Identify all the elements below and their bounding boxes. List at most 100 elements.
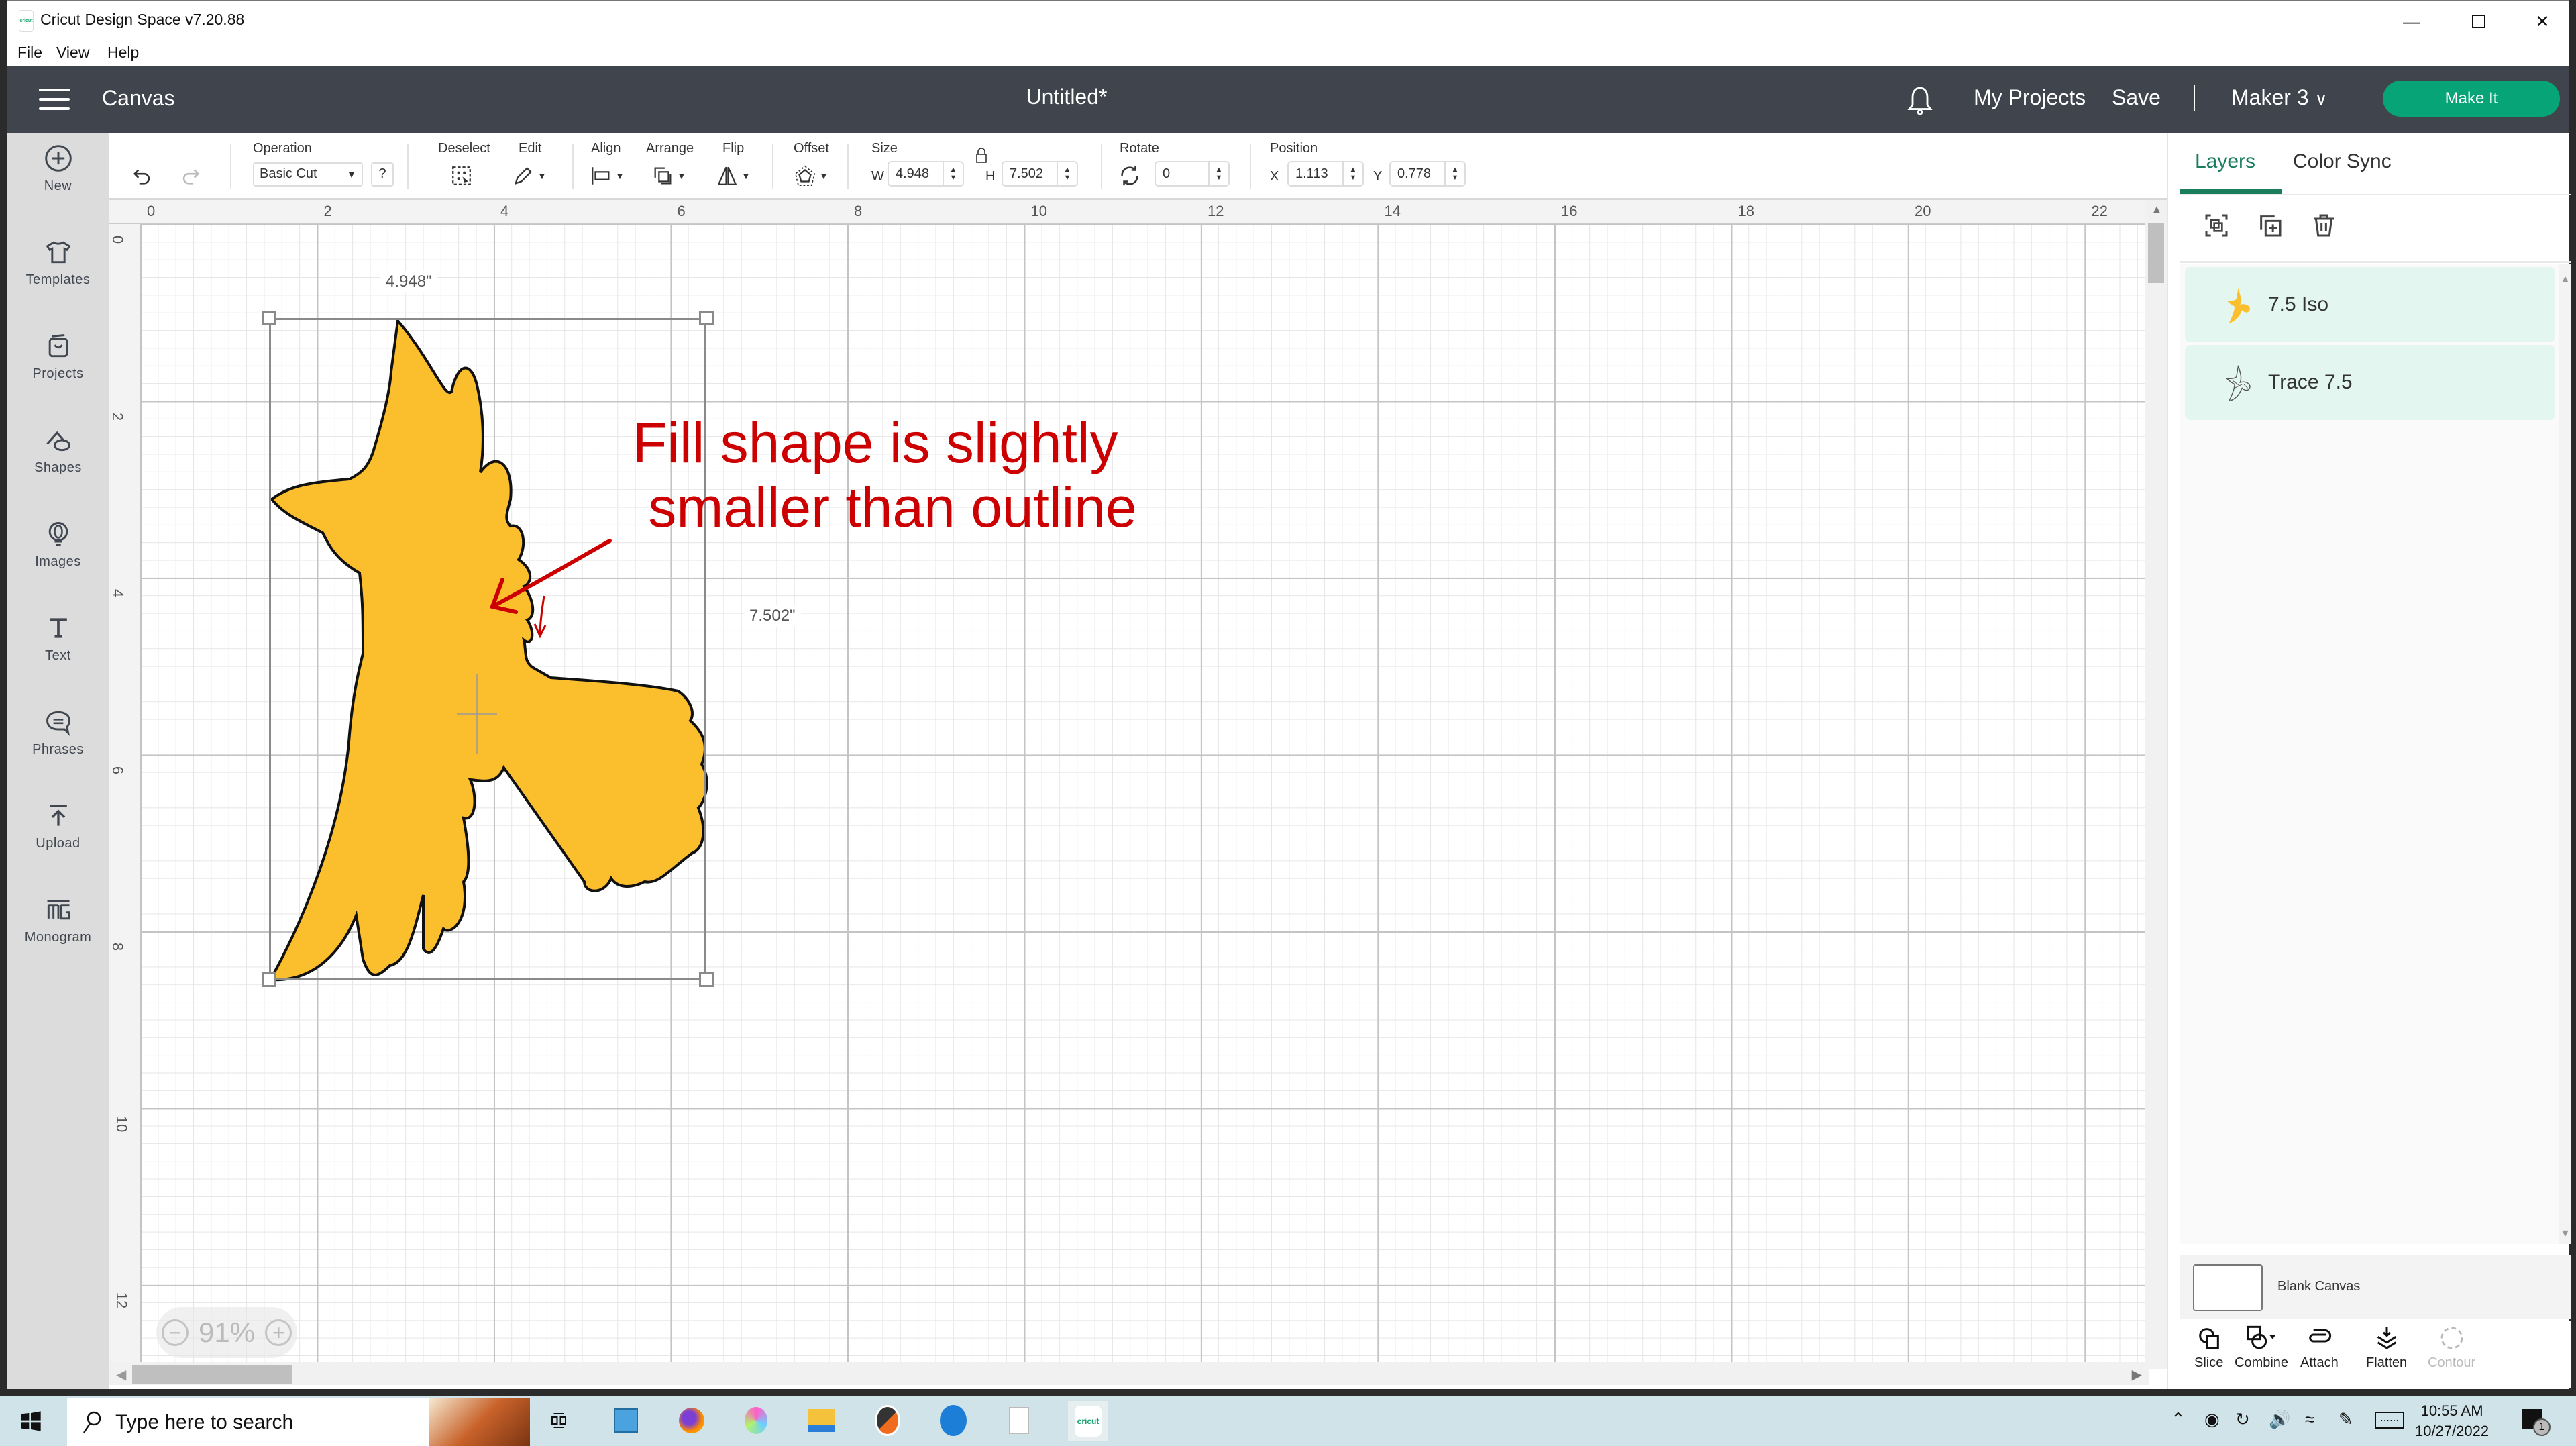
lock-icon[interactable] <box>975 148 988 164</box>
contour-button[interactable]: Contour <box>2428 1325 2475 1371</box>
sidebar-label: Images <box>35 554 81 569</box>
maximize-button[interactable] <box>2449 7 2509 36</box>
rotate-input[interactable]: 0 ▲ ▼ <box>1155 161 1230 187</box>
operation-help-button[interactable]: ? <box>371 162 394 187</box>
volume-icon[interactable]: 🔊 <box>2269 1409 2290 1430</box>
machine-selector[interactable]: Maker 3 ∨ <box>2231 85 2328 110</box>
file-explorer-icon[interactable] <box>805 1404 839 1437</box>
position-x-input[interactable]: 1.113 ▲ ▼ <box>1287 161 1364 187</box>
resize-handle-bottom-right[interactable] <box>699 972 714 987</box>
undo-button[interactable] <box>131 164 154 188</box>
sidebar-item-projects[interactable]: Projects <box>7 321 109 408</box>
camera-icon[interactable]: ◉ <box>2204 1409 2220 1430</box>
zoom-out-button[interactable]: − <box>161 1319 189 1346</box>
design-canvas[interactable]: 0 2 4 6 8 10 12 14 16 18 20 22 0 2 4 6 8 10 12 4.948" 7.5… <box>109 200 2149 1369</box>
ruler-tick-label: 2 <box>109 412 127 421</box>
paint-app-icon[interactable] <box>739 1404 773 1437</box>
height-input[interactable]: 7.502 ▲ ▼ <box>1002 161 1078 187</box>
canvas-vertical-scrollbar[interactable]: ▲ <box>2145 200 2167 1369</box>
width-input[interactable]: 4.948 ▲ ▼ <box>888 161 964 187</box>
sidebar-item-templates[interactable]: Templates <box>7 227 109 314</box>
layer-item[interactable]: Trace 7.5 <box>2185 345 2555 420</box>
x-stepper[interactable]: ▲ ▼ <box>1342 162 1362 185</box>
layers-scrollbar[interactable]: ▲ ▼ <box>2559 264 2571 1244</box>
close-button[interactable]: ✕ <box>2512 7 2573 36</box>
edit-button[interactable]: ▼ <box>512 164 547 188</box>
bird-app-icon[interactable] <box>936 1404 970 1437</box>
save-button[interactable]: Save <box>2112 85 2161 110</box>
scroll-right-icon[interactable]: ▶ <box>2132 1366 2142 1383</box>
minimize-button[interactable]: — <box>2381 7 2442 36</box>
width-stepper[interactable]: ▲ ▼ <box>943 162 963 185</box>
scroll-left-icon[interactable]: ◀ <box>116 1366 126 1383</box>
attach-button[interactable]: Attach <box>2300 1325 2339 1371</box>
blank-canvas-row[interactable]: Blank Canvas <box>2180 1255 2571 1319</box>
make-it-button[interactable]: Make It <box>2383 81 2560 117</box>
sidebar-item-text[interactable]: Text <box>7 603 109 690</box>
resize-handle-bottom-left[interactable] <box>262 972 276 987</box>
layer-item[interactable]: 7.5 Iso <box>2185 267 2555 342</box>
arrange-button[interactable]: ▼ <box>651 164 686 188</box>
bell-icon[interactable] <box>1907 86 1933 115</box>
height-stepper[interactable]: ▲ ▼ <box>1057 162 1077 185</box>
cricut-logo-icon: cricut <box>19 10 34 32</box>
operation-select[interactable]: Basic Cut ▼ <box>253 162 363 187</box>
vertical-scroll-thumb[interactable] <box>2148 223 2164 283</box>
cricut-taskbar-icon[interactable]: cricut <box>1068 1401 1108 1441</box>
resize-handle-top-left[interactable] <box>262 311 276 325</box>
sidebar-item-monogram[interactable]: Monogram <box>7 884 109 972</box>
system-clock[interactable]: 10:55 AM 10/27/2022 <box>2415 1401 2489 1441</box>
windows-start-icon[interactable] <box>20 1410 42 1432</box>
dropdown-caret-icon: ▼ <box>347 169 356 180</box>
scroll-down-icon[interactable]: ▼ <box>2560 1228 2571 1240</box>
flip-button[interactable]: ▼ <box>716 164 751 188</box>
notification-icon[interactable]: 1 <box>2522 1409 2551 1436</box>
menu-view[interactable]: View <box>56 44 89 62</box>
scroll-up-icon[interactable]: ▲ <box>2560 274 2571 286</box>
keyboard-icon[interactable]: ⋯⋯ <box>2375 1412 2404 1429</box>
redo-icon <box>182 169 200 185</box>
document-icon[interactable] <box>1002 1404 1036 1437</box>
deselect-button[interactable] <box>450 164 473 188</box>
group-icon[interactable] <box>2203 212 2230 239</box>
sidebar-item-new[interactable]: New <box>7 133 109 220</box>
redo-button[interactable] <box>179 164 202 188</box>
resize-handle-top-right[interactable] <box>699 311 714 325</box>
sidebar-item-phrases[interactable]: Phrases <box>7 696 109 784</box>
flatten-button[interactable]: Flatten <box>2366 1325 2407 1371</box>
rotate-stepper[interactable]: ▲ ▼ <box>1208 162 1228 185</box>
app-icon[interactable] <box>871 1404 904 1437</box>
horizontal-scroll-thumb[interactable] <box>132 1365 292 1384</box>
pen-icon[interactable]: ✎ <box>2339 1409 2353 1430</box>
wifi-icon[interactable]: ≈ <box>2305 1409 2314 1430</box>
align-button[interactable]: ▼ <box>590 164 625 188</box>
sidebar-item-upload[interactable]: Upload <box>7 790 109 878</box>
canvas-horizontal-scrollbar[interactable]: ◀ ▶ <box>109 1362 2149 1385</box>
position-y-input[interactable]: 0.778 ▲ ▼ <box>1389 161 1466 187</box>
taskbar-search[interactable]: Type here to search <box>67 1398 530 1446</box>
edit-toolbar: Operation Basic Cut ▼ ? Deselect Edit ▼ A… <box>109 133 2167 200</box>
sync-icon[interactable]: ↻ <box>2235 1409 2250 1430</box>
show-hidden-icons[interactable]: ⌃ <box>2171 1409 2186 1430</box>
control-panel-icon[interactable] <box>609 1404 643 1437</box>
y-stepper[interactable]: ▲ ▼ <box>1444 162 1464 185</box>
height-dimension-label: 7.502" <box>744 605 801 627</box>
tab-color-sync[interactable]: Color Sync <box>2293 150 2392 173</box>
offset-button[interactable]: ▼ <box>794 164 828 188</box>
pencil-icon <box>514 167 532 185</box>
combine-button[interactable]: Combine <box>2235 1325 2288 1371</box>
my-projects-link[interactable]: My Projects <box>1974 85 2086 110</box>
scroll-up-icon[interactable]: ▲ <box>2151 203 2163 217</box>
duplicate-icon[interactable] <box>2257 212 2284 239</box>
slice-button[interactable]: Slice <box>2194 1325 2223 1371</box>
zoom-in-button[interactable]: + <box>265 1319 292 1346</box>
sidebar-item-images[interactable]: Images <box>7 509 109 596</box>
tab-layers[interactable]: Layers <box>2195 150 2255 173</box>
delete-icon[interactable] <box>2310 212 2337 239</box>
firefox-icon[interactable] <box>675 1404 708 1437</box>
task-view-icon[interactable] <box>542 1404 576 1437</box>
hamburger-menu-icon[interactable] <box>39 89 70 110</box>
menu-help[interactable]: Help <box>107 44 139 62</box>
menu-file[interactable]: File <box>17 44 42 62</box>
sidebar-item-shapes[interactable]: Shapes <box>7 415 109 502</box>
